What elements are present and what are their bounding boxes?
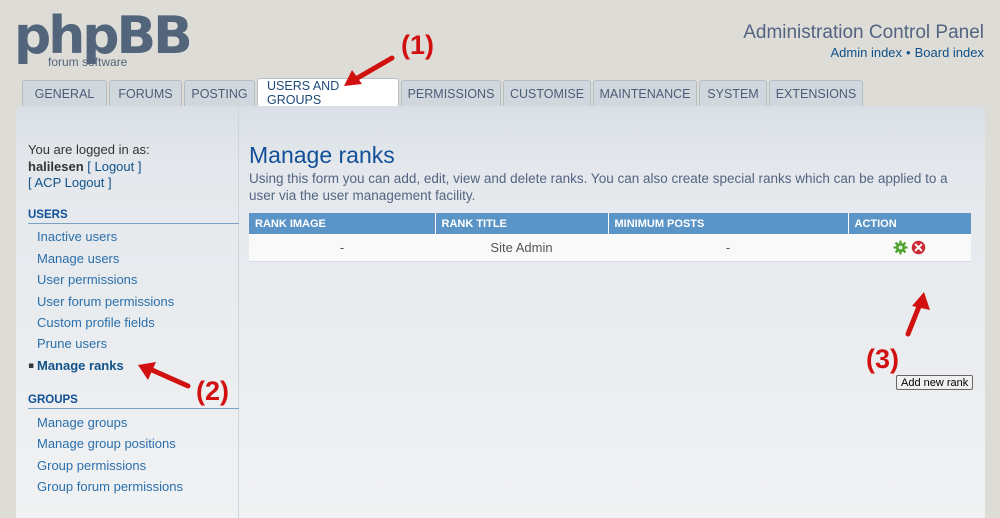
username: halilesen	[28, 158, 84, 174]
acp-title: Administration Control Panel	[743, 22, 984, 43]
main-tabs: GENERAL FORUMS POSTING USERS AND GROUPS …	[22, 78, 865, 107]
ranks-table: RANK IMAGE RANK TITLE MINIMUM POSTS ACTI…	[249, 213, 971, 262]
annotation-label-2: (2)	[196, 376, 229, 406]
cell-rank-title: Site Admin	[435, 234, 608, 262]
link-separator: •	[906, 45, 911, 60]
edit-gear-icon[interactable]	[893, 240, 908, 255]
tab-extensions[interactable]: EXTENSIONS	[769, 80, 863, 106]
tab-customise[interactable]: CUSTOMISE	[503, 80, 591, 106]
table-row: - Site Admin -	[249, 234, 971, 262]
table-header-row: RANK IMAGE RANK TITLE MINIMUM POSTS ACTI…	[249, 213, 971, 234]
annotation-arrow-1-icon	[344, 55, 395, 86]
cell-actions	[848, 234, 971, 262]
annotation-label-1: (1)	[401, 30, 434, 60]
menu-custom-profile-fields[interactable]: Custom profile fields	[37, 315, 155, 330]
sidebar: You are logged in as: halilesen [ Logout…	[16, 106, 239, 518]
logout-link[interactable]: [ Logout ]	[87, 159, 141, 174]
cell-minimum-posts: -	[608, 234, 848, 262]
main-panel: You are logged in as: halilesen [ Logout…	[16, 106, 985, 518]
phpbb-logo[interactable]: phpBB forum software	[14, 6, 194, 72]
menu-manage-ranks[interactable]: Manage ranks	[37, 358, 124, 373]
tab-maintenance[interactable]: MAINTENANCE	[593, 80, 697, 106]
cell-rank-image: -	[249, 234, 435, 262]
users-menu-header: USERS	[28, 209, 239, 224]
menu-prune-users[interactable]: Prune users	[37, 336, 107, 351]
active-bullet-icon: ▪	[28, 361, 35, 371]
header-links: Admin index • Board index	[831, 45, 985, 60]
add-new-rank-button[interactable]: Add new rank	[896, 375, 974, 390]
col-rank-image: RANK IMAGE	[249, 213, 436, 234]
menu-manage-groups[interactable]: Manage groups	[37, 415, 127, 430]
tab-posting[interactable]: POSTING	[184, 80, 255, 106]
menu-manage-group-positions[interactable]: Manage group positions	[37, 436, 176, 451]
page-title: Manage ranks	[249, 142, 395, 168]
tab-system[interactable]: SYSTEM	[699, 80, 767, 106]
col-rank-title: RANK TITLE	[435, 213, 609, 234]
login-info: You are logged in as: halilesen [ Logout…	[28, 142, 150, 192]
annotation-arrow-2-icon	[138, 362, 191, 389]
tab-forums[interactable]: FORUMS	[109, 80, 182, 106]
col-minimum-posts: MINIMUM POSTS	[608, 213, 849, 234]
menu-group-forum-permissions[interactable]: Group forum permissions	[37, 479, 183, 494]
menu-user-forum-permissions[interactable]: User forum permissions	[37, 294, 174, 309]
menu-user-permissions[interactable]: User permissions	[37, 272, 137, 287]
delete-icon[interactable]	[911, 240, 926, 255]
menu-group-permissions[interactable]: Group permissions	[37, 458, 146, 473]
logged-in-label: You are logged in as:	[28, 142, 150, 157]
tab-general[interactable]: GENERAL	[22, 80, 107, 106]
col-action: ACTION	[848, 213, 971, 234]
annotation-arrow-3-icon	[905, 292, 930, 337]
logo-subtitle: forum software	[48, 55, 128, 69]
board-index-link[interactable]: Board index	[915, 45, 984, 60]
annotation-label-3: (3)	[866, 344, 899, 374]
acp-logout-link[interactable]: [ ACP Logout ]	[28, 175, 112, 190]
page-description: Using this form you can add, edit, view …	[249, 171, 948, 203]
menu-manage-users[interactable]: Manage users	[37, 251, 119, 266]
tab-permissions[interactable]: PERMISSIONS	[401, 80, 501, 106]
menu-inactive-users[interactable]: Inactive users	[37, 229, 117, 244]
admin-index-link[interactable]: Admin index	[831, 45, 903, 60]
